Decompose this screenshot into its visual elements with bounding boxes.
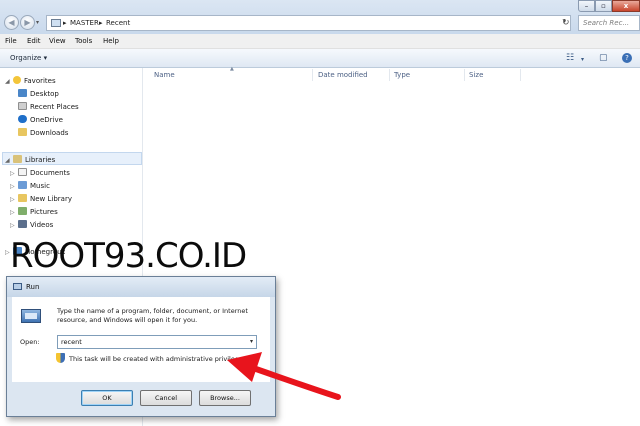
nav-favorites-label: Favorites xyxy=(24,77,56,85)
nav-music-label: Music xyxy=(30,182,50,190)
run-dialog: Run Type the name of a program, folder, … xyxy=(6,276,276,417)
column-header-date-modified[interactable]: Date modified xyxy=(318,70,368,80)
recent-places-icon xyxy=(18,102,27,110)
collapse-arrow-icon: ◢ xyxy=(5,157,10,164)
column-divider[interactable] xyxy=(464,69,465,81)
nav-documents-label: Documents xyxy=(30,169,70,177)
nav-documents[interactable]: ▷ Documents xyxy=(10,167,70,179)
maximize-icon: ▫ xyxy=(601,2,606,10)
refresh-icon[interactable]: ↻ xyxy=(562,18,570,28)
browse-button[interactable]: Browse... xyxy=(199,390,251,406)
breadcrumb-master[interactable]: MASTER xyxy=(70,18,99,28)
nav-recent-places[interactable]: Recent Places xyxy=(18,101,79,113)
open-input-value[interactable]: recent xyxy=(61,338,82,347)
run-icon xyxy=(13,283,22,290)
minimize-icon: – xyxy=(584,2,589,10)
nav-pictures[interactable]: ▷ Pictures xyxy=(10,206,58,218)
nav-favorites[interactable]: ◢ Favorites xyxy=(5,75,56,87)
nav-new-library[interactable]: ▷ New Library xyxy=(10,193,72,205)
expand-arrow-icon: ▷ xyxy=(10,209,15,216)
column-divider[interactable] xyxy=(389,69,390,81)
menu-edit[interactable]: Edit xyxy=(27,37,41,46)
nav-pictures-label: Pictures xyxy=(30,208,58,216)
search-placeholder: Search Rec... xyxy=(583,19,630,27)
views-icon[interactable]: ☷ xyxy=(566,53,574,63)
close-button[interactable]: x xyxy=(612,0,640,12)
menu-view[interactable]: View xyxy=(49,37,66,46)
forward-button[interactable]: ▶ xyxy=(20,15,35,30)
uac-shield-icon xyxy=(56,353,65,363)
nav-music[interactable]: ▷ Music xyxy=(10,180,50,192)
organize-button[interactable]: Organize ▾ xyxy=(10,54,47,63)
pictures-icon xyxy=(18,207,27,215)
recent-pages-dropdown[interactable]: ▾ xyxy=(36,19,39,26)
column-divider[interactable] xyxy=(520,69,521,81)
breadcrumb-separator-icon[interactable]: ▸ xyxy=(63,18,67,28)
views-dropdown-icon[interactable]: ▾ xyxy=(581,55,584,65)
back-button[interactable]: ◀ xyxy=(4,15,19,30)
back-arrow-icon: ◀ xyxy=(8,18,15,27)
preview-pane-icon[interactable]: ▢ xyxy=(599,53,608,63)
star-icon xyxy=(13,76,21,84)
forward-arrow-icon: ▶ xyxy=(24,18,31,27)
run-dialog-title: Run xyxy=(26,283,40,291)
maximize-button[interactable]: ▫ xyxy=(595,0,612,12)
minimize-button[interactable]: – xyxy=(578,0,595,12)
watermark-text: ROOT93.CO.ID xyxy=(10,236,247,276)
desktop-icon xyxy=(18,89,27,97)
downloads-folder-icon xyxy=(18,128,27,136)
nav-desktop[interactable]: Desktop xyxy=(18,88,59,100)
videos-icon xyxy=(18,220,27,228)
close-icon: x xyxy=(623,2,629,10)
cloud-icon xyxy=(18,115,27,123)
collapse-arrow-icon: ◢ xyxy=(5,78,10,85)
expand-arrow-icon: ▷ xyxy=(10,183,15,190)
open-label: Open: xyxy=(20,338,40,346)
breadcrumb-separator-icon[interactable]: ▸ xyxy=(99,18,103,28)
ok-button[interactable]: OK xyxy=(81,390,133,406)
menu-file[interactable]: File xyxy=(5,37,17,46)
music-icon xyxy=(18,181,27,189)
nav-videos[interactable]: ▷ Videos xyxy=(10,219,53,231)
cancel-button[interactable]: Cancel xyxy=(140,390,192,406)
address-bar[interactable]: ▸ MASTER ▸ Recent ▾ xyxy=(46,15,571,31)
open-dropdown-icon[interactable]: ▾ xyxy=(250,338,253,345)
expand-arrow-icon: ▷ xyxy=(10,222,15,229)
column-header-size[interactable]: Size xyxy=(469,70,483,80)
menu-help[interactable]: Help xyxy=(103,37,119,46)
expand-arrow-icon: ▷ xyxy=(10,196,15,203)
nav-libraries[interactable]: ◢ Libraries xyxy=(5,154,55,166)
run-description: Type the name of a program, folder, docu… xyxy=(57,307,248,324)
menu-tools[interactable]: Tools xyxy=(75,37,92,46)
nav-libraries-label: Libraries xyxy=(25,156,56,164)
documents-icon xyxy=(18,168,27,176)
help-icon[interactable]: ? xyxy=(622,53,632,63)
run-program-icon xyxy=(21,309,41,323)
nav-downloads-label: Downloads xyxy=(30,129,69,137)
sort-ascending-icon: ▲ xyxy=(230,66,234,72)
search-input[interactable]: Search Rec... xyxy=(578,15,640,31)
command-bar: Organize ▾ ☷ ▾ ▢ ? xyxy=(0,49,640,68)
run-dialog-body: Type the name of a program, folder, docu… xyxy=(12,297,270,382)
menu-bar: File Edit View Tools Help xyxy=(0,34,640,49)
run-dialog-titlebar[interactable]: Run xyxy=(7,277,275,297)
column-header-name[interactable]: Name xyxy=(154,70,175,80)
nav-new-library-label: New Library xyxy=(30,195,72,203)
expand-arrow-icon: ▷ xyxy=(10,170,15,177)
window-titlebar: – ▫ x ◀ ▶ ▾ ▸ MASTER ▸ Recent ▾ ↻ Search… xyxy=(0,0,640,34)
column-header-type[interactable]: Type xyxy=(394,70,410,80)
nav-onedrive-label: OneDrive xyxy=(30,116,63,124)
nav-recent-places-label: Recent Places xyxy=(30,103,79,111)
nav-desktop-label: Desktop xyxy=(30,90,59,98)
computer-icon xyxy=(51,19,61,27)
nav-onedrive[interactable]: OneDrive xyxy=(18,114,63,126)
open-combobox[interactable]: recent ▾ xyxy=(57,335,257,349)
admin-privileges-note: This task will be created with administr… xyxy=(69,355,239,363)
breadcrumb-recent[interactable]: Recent xyxy=(106,18,130,28)
nav-downloads[interactable]: Downloads xyxy=(18,127,68,139)
column-divider[interactable] xyxy=(312,69,313,81)
library-icon xyxy=(18,194,27,202)
libraries-icon xyxy=(13,155,22,163)
nav-videos-label: Videos xyxy=(30,221,54,229)
